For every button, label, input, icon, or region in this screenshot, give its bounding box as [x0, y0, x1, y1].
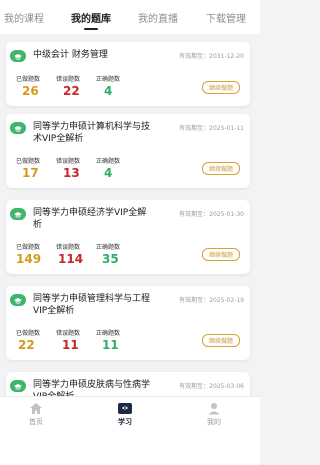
nav-study[interactable]: 学习	[105, 402, 145, 427]
question-bank-card[interactable]: 同等学力申硕皮肤病与性病学VIP全解析 有效期至：2025-03-06	[6, 372, 250, 396]
wrong-label: 错误题数	[56, 76, 81, 83]
question-bank-card[interactable]: 同等学力申硕管理科学与工程VIP全解析 有效期至：2025-02-19 已做题数…	[6, 286, 250, 360]
wrong-label: 错误题数	[56, 330, 81, 337]
book-icon	[10, 294, 26, 306]
card-title: 同等学力申硕管理科学与工程VIP全解析	[33, 294, 151, 316]
card-valid-date: 有效期至：2025-01-11	[179, 125, 244, 132]
book-icon	[10, 122, 26, 134]
nav-mine-label: 我的	[207, 418, 221, 426]
card-valid-date: 有效期至：2025-02-19	[179, 297, 244, 304]
continue-button[interactable]: 继续做题	[202, 81, 240, 94]
book-icon	[10, 50, 26, 62]
right-count: 11	[102, 338, 119, 352]
continue-button[interactable]: 继续做题	[202, 248, 240, 261]
user-icon	[208, 403, 220, 415]
wrong-count: 11	[62, 338, 79, 352]
right-count: 4	[104, 84, 113, 98]
question-bank-list[interactable]: 中级会计 财务管理 有效期至：2031-12-20 已做题数 错误题数 正确题数…	[0, 34, 260, 396]
question-bank-card[interactable]: 同等学力申硕经济学VIP全解析 有效期至：2025-01-30 已做题数 错误题…	[6, 200, 250, 274]
done-count: 26	[22, 84, 39, 98]
done-count: 17	[22, 166, 39, 180]
right-label: 正确题数	[96, 244, 121, 251]
tab-my-courses[interactable]: 我的课程	[4, 10, 44, 25]
active-tab-indicator	[84, 28, 98, 30]
book-icon	[10, 208, 26, 220]
done-count: 149	[16, 252, 42, 266]
continue-button[interactable]: 继续做题	[202, 334, 240, 347]
nav-study-label: 学习	[118, 418, 132, 426]
card-title: 同等学力申硕计算机科学与技术VIP全解析	[33, 122, 151, 144]
wrong-label: 错误题数	[56, 244, 81, 251]
wrong-count: 114	[58, 252, 84, 266]
done-label: 已做题数	[16, 76, 41, 83]
top-tab-bar: 我的课程 我的题库 我的直播 下载管理	[0, 0, 260, 34]
right-label: 正确题数	[96, 158, 121, 165]
right-count: 35	[102, 252, 119, 266]
nav-home-label: 首页	[29, 418, 43, 426]
done-count: 22	[18, 338, 35, 352]
question-bank-card[interactable]: 中级会计 财务管理 有效期至：2031-12-20 已做题数 错误题数 正确题数…	[6, 42, 250, 106]
continue-button[interactable]: 继续做题	[202, 162, 240, 175]
tab-my-question-bank[interactable]: 我的题库	[71, 10, 111, 25]
right-label: 正确题数	[96, 330, 121, 337]
bottom-nav: 首页 学习 我的	[0, 396, 260, 465]
done-label: 已做题数	[16, 244, 41, 251]
done-label: 已做题数	[16, 330, 41, 337]
card-title: 中级会计 财务管理	[33, 50, 108, 60]
home-icon	[30, 403, 42, 414]
right-count: 4	[104, 166, 113, 180]
wrong-label: 错误题数	[56, 158, 81, 165]
tab-download-manager[interactable]: 下载管理	[206, 10, 246, 25]
card-valid-date: 有效期至：2025-01-30	[179, 211, 244, 218]
question-bank-card[interactable]: 同等学力申硕计算机科学与技术VIP全解析 有效期至：2025-01-11 已做题…	[6, 114, 250, 188]
study-icon	[118, 403, 132, 414]
book-icon	[10, 380, 26, 392]
right-label: 正确题数	[96, 76, 121, 83]
card-title: 同等学力申硕经济学VIP全解析	[33, 208, 147, 230]
done-label: 已做题数	[16, 158, 41, 165]
nav-home[interactable]: 首页	[16, 402, 56, 427]
card-title: 同等学力申硕皮肤病与性病学VIP全解析	[33, 380, 151, 396]
card-valid-date: 有效期至：2031-12-20	[179, 53, 244, 60]
wrong-count: 13	[63, 166, 80, 180]
wrong-count: 22	[63, 84, 80, 98]
tab-my-live[interactable]: 我的直播	[138, 10, 178, 25]
card-valid-date: 有效期至：2025-03-06	[179, 383, 244, 390]
nav-mine[interactable]: 我的	[194, 402, 234, 427]
